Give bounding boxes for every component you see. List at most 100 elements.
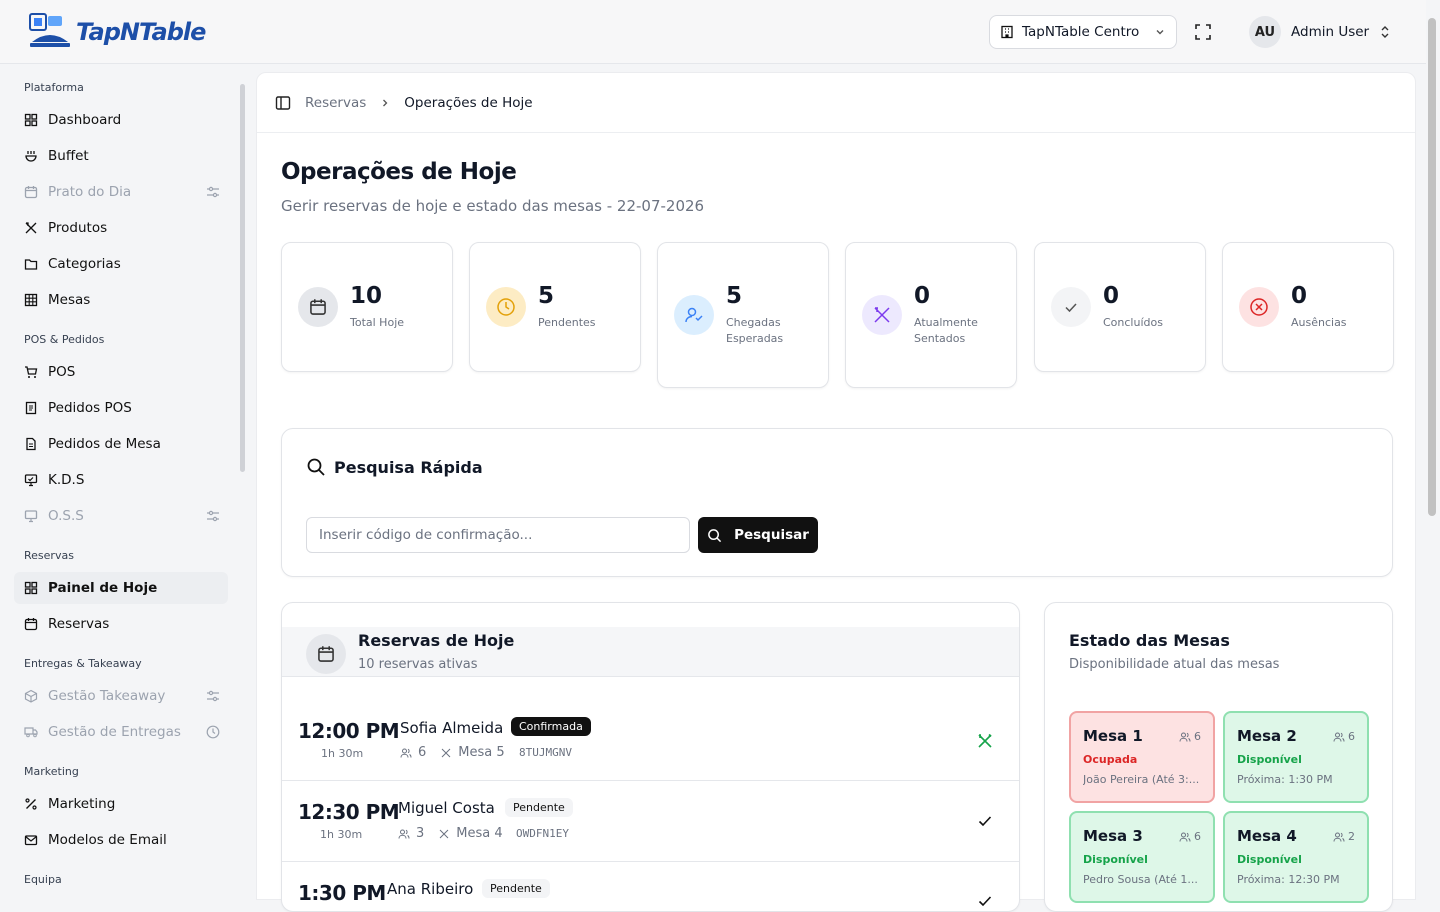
utensils-icon xyxy=(439,829,449,838)
breadcrumb: Reservas Operações de Hoje xyxy=(257,73,1415,133)
chevron-right-icon xyxy=(383,99,388,106)
reservation-row[interactable]: 12:30 PM 1h 30m Miguel Costa Pendente 3 … xyxy=(282,781,1019,862)
sidebar-item-gestao-takeaway[interactable]: Gestão Takeaway xyxy=(14,680,228,712)
search-button[interactable]: Pesquisar xyxy=(698,517,818,553)
reservations-icon-circle xyxy=(306,634,346,674)
sidebar-item-painel-de-hoje[interactable]: Painel de Hoje xyxy=(14,572,228,604)
sidebar-section-pos: POS & Pedidos xyxy=(24,333,105,346)
sidebar-item-marketing[interactable]: Marketing xyxy=(14,788,228,820)
building-icon xyxy=(1001,25,1013,39)
sidebar-item-label: Dashboard xyxy=(48,112,122,128)
chevron-updown-icon xyxy=(1381,26,1389,38)
tables-title: Estado das Mesas xyxy=(1069,631,1230,650)
sidebar-item-buffet[interactable]: Buffet xyxy=(14,140,228,172)
sidebar-item-label: POS xyxy=(48,364,76,380)
table-card[interactable]: Mesa 3 6 Disponível Pedro Sousa (Até 1..… xyxy=(1069,811,1215,903)
screen-icon xyxy=(24,510,38,523)
users-icon xyxy=(400,748,412,758)
reservation-name: Sofia Almeida xyxy=(400,719,504,737)
sidebar-item-kds[interactable]: K.D.S xyxy=(14,464,228,496)
page-scrollbar[interactable] xyxy=(1428,18,1436,516)
utensils-icon xyxy=(25,222,37,234)
seat-guests-button[interactable] xyxy=(976,732,994,754)
top-bar: TapNTable TapNTable Centro AU Admin User xyxy=(0,0,1426,64)
settings-sliders-icon xyxy=(207,690,219,702)
check-icon xyxy=(978,896,992,907)
users-icon xyxy=(1333,732,1345,742)
sidebar-item-prato-do-dia[interactable]: Prato do Dia xyxy=(14,176,228,208)
reservation-duration: 1h 30m xyxy=(321,747,364,760)
grid-icon xyxy=(24,293,38,307)
breadcrumb-parent[interactable]: Reservas xyxy=(305,95,366,111)
restaurant-selector[interactable]: TapNTable Centro xyxy=(989,15,1177,49)
utensils-icon xyxy=(874,307,890,323)
status-badge: Pendente xyxy=(505,798,573,817)
users-icon xyxy=(1333,832,1345,842)
user-menu[interactable]: AU Admin User xyxy=(1249,16,1391,48)
stat-icon-circle xyxy=(1051,287,1091,327)
utensils-icon xyxy=(441,748,451,757)
sidebar-item-produtos[interactable]: Produtos xyxy=(14,212,228,244)
sidebar-section-equipa: Equipa xyxy=(24,873,62,886)
chevron-down-icon xyxy=(1156,30,1164,35)
sidebar-item-mesas[interactable]: Mesas xyxy=(14,284,228,316)
app-logo[interactable]: TapNTable xyxy=(28,12,206,52)
sidebar-item-pos[interactable]: POS xyxy=(14,356,228,388)
sidebar-item-label: Gestão Takeaway xyxy=(48,688,166,704)
fullscreen-button[interactable] xyxy=(1190,20,1216,44)
logo-text: TapNTable xyxy=(76,18,206,46)
sidebar-item-categorias[interactable]: Categorias xyxy=(14,248,228,280)
sidebar-item-modelos-de-email[interactable]: Modelos de Email xyxy=(14,824,228,856)
check-icon xyxy=(978,816,992,827)
reservation-meta: 6 Mesa 5 xyxy=(400,745,505,760)
table-card[interactable]: Mesa 1 6 Ocupada João Pereira (Até 3:... xyxy=(1069,711,1215,803)
table-next: Próxima: 1:30 PM xyxy=(1237,773,1333,786)
table-capacity: 6 xyxy=(1333,730,1355,743)
table-next: Próxima: 12:30 PM xyxy=(1237,873,1340,886)
sidebar-scrollbar[interactable] xyxy=(240,84,245,472)
dashboard-icon xyxy=(24,113,38,127)
calendar-icon xyxy=(318,646,334,662)
reservation-table: Mesa 5 xyxy=(458,745,505,760)
sidebar-item-label: Buffet xyxy=(48,148,89,164)
users-icon xyxy=(1179,832,1191,842)
calendar-icon xyxy=(24,618,38,631)
reservation-name: Ana Ribeiro xyxy=(387,880,474,898)
sidebar-item-label: Pedidos POS xyxy=(48,400,132,416)
sidebar-item-label: Painel de Hoje xyxy=(48,580,158,596)
sidebar-item-gestao-de-entregas[interactable]: Gestão de Entregas xyxy=(14,716,228,748)
table-name: Mesa 2 xyxy=(1237,727,1297,745)
page-subtitle: Gerir reservas de hoje e estado das mesa… xyxy=(281,197,705,215)
confirm-reservation-button[interactable] xyxy=(976,892,994,911)
truck-icon xyxy=(24,727,38,738)
table-status: Disponível xyxy=(1237,753,1302,766)
mail-icon xyxy=(24,835,38,846)
reservation-row[interactable]: 1:30 PM Ana Ribeiro Pendente xyxy=(282,862,1019,911)
reservations-card: Reservas de Hoje 10 reservas ativas 12:0… xyxy=(281,602,1020,912)
sidebar-item-dashboard[interactable]: Dashboard xyxy=(14,104,228,136)
reservation-guests: 3 xyxy=(416,826,425,841)
search-icon xyxy=(307,458,325,476)
stat-icon-circle xyxy=(1239,287,1279,327)
folder-icon xyxy=(24,259,38,270)
table-capacity-value: 6 xyxy=(1348,730,1355,743)
stat-value: 5 xyxy=(538,283,555,309)
check-icon xyxy=(1065,303,1077,313)
reservation-code: 8TUJMGNV xyxy=(519,746,572,759)
dashboard-icon xyxy=(24,581,38,595)
confirm-reservation-button[interactable] xyxy=(976,812,994,834)
table-card[interactable]: Mesa 2 6 Disponível Próxima: 1:30 PM xyxy=(1223,711,1369,803)
sidebar-item-reservas[interactable]: Reservas xyxy=(14,608,228,640)
sidebar-item-oss[interactable]: O.S.S xyxy=(14,500,228,532)
confirmation-code-input[interactable] xyxy=(306,517,690,553)
table-card[interactable]: Mesa 4 2 Disponível Próxima: 12:30 PM xyxy=(1223,811,1369,903)
sidebar-item-pedidos-de-mesa[interactable]: Pedidos de Mesa xyxy=(14,428,228,460)
sidebar-item-label: Reservas xyxy=(48,616,110,632)
stat-card-pendentes: 5 Pendentes xyxy=(469,242,641,372)
sidebar-item-pedidos-pos[interactable]: Pedidos POS xyxy=(14,392,228,424)
users-icon xyxy=(398,829,410,839)
reservation-row[interactable]: 12:00 PM 1h 30m Sofia Almeida Confirmada… xyxy=(282,700,1019,781)
stat-label: Total Hoje xyxy=(350,316,405,329)
calendar-icon xyxy=(310,299,326,315)
sidebar-toggle-icon[interactable] xyxy=(275,95,291,111)
